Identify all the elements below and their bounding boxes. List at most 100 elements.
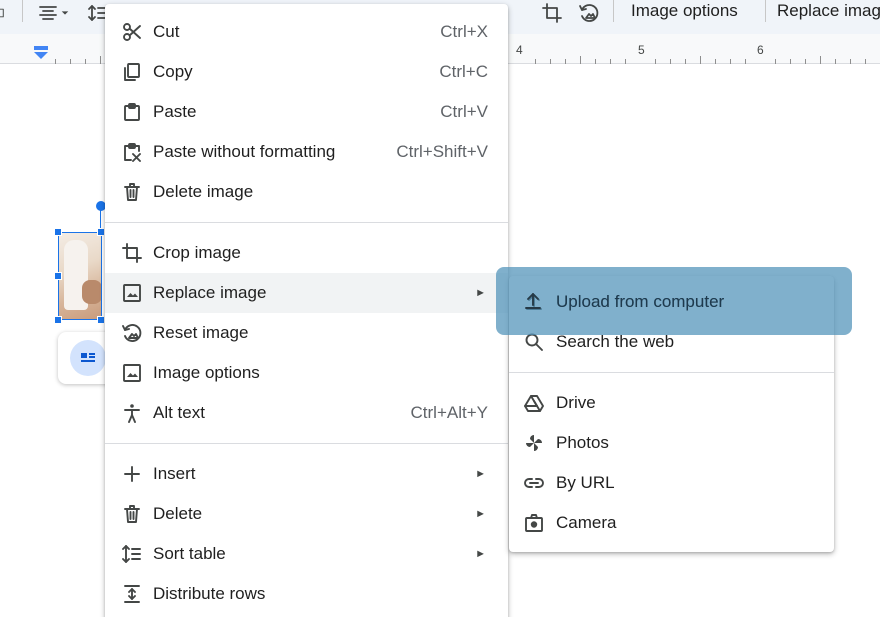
menu-item-label: Cut: [153, 22, 180, 41]
distribute-rows-icon: [121, 583, 143, 605]
resize-handle-bottom-right[interactable]: [97, 316, 105, 324]
image-icon: [121, 282, 143, 304]
menu-item-paste[interactable]: Paste Ctrl+V: [105, 92, 508, 132]
menu-item-crop-image[interactable]: Crop image: [105, 233, 508, 273]
submenu-item-camera[interactable]: Camera: [509, 503, 834, 543]
reset-image-button[interactable]: [575, 0, 603, 26]
toolbar-divider: [765, 0, 766, 22]
indent-marker-icon[interactable]: [33, 46, 49, 60]
submenu-arrow-icon: ►: [475, 287, 486, 299]
ruler-tick: [700, 56, 701, 64]
image-icon: [121, 362, 143, 384]
submenu-item-by-url[interactable]: By URL: [509, 463, 834, 503]
menu-item-replace-image[interactable]: Replace image ►: [105, 273, 508, 313]
reset-image-icon: [579, 4, 599, 22]
menu-item-label: Reset image: [153, 323, 249, 342]
square-partial-icon: [0, 8, 4, 18]
menu-item-label: Replace image: [153, 283, 267, 302]
ruler-tick: [820, 56, 821, 64]
shortcut-text: Ctrl+X: [440, 22, 488, 41]
submenu-item-label: Photos: [556, 433, 609, 452]
submenu-item-drive[interactable]: Drive: [509, 383, 834, 423]
photos-pinwheel-icon: [523, 432, 545, 454]
ruler-tick: [580, 56, 581, 64]
resize-handle-top-left[interactable]: [54, 228, 62, 236]
submenu-arrow-icon: ►: [475, 468, 486, 480]
camera-icon: [523, 512, 545, 534]
shortcut-text: Ctrl+C: [439, 62, 488, 81]
menu-item-delete[interactable]: Delete ►: [105, 494, 508, 534]
toolbar-partial-icon[interactable]: [0, 0, 12, 26]
clipboard-icon: [121, 101, 143, 123]
menu-item-label: Paste without formatting: [153, 142, 336, 161]
ruler-number: 4: [516, 43, 523, 57]
inline-text-icon: [81, 353, 95, 362]
menu-item-copy[interactable]: Copy Ctrl+C: [105, 52, 508, 92]
menu-item-alt-text[interactable]: Alt text Ctrl+Alt+Y: [105, 393, 508, 433]
reset-image-icon: [121, 322, 143, 344]
submenu-arrow-icon: ►: [475, 508, 486, 520]
toolbar-divider: [22, 0, 23, 22]
menu-item-paste-without-formatting[interactable]: Paste without formatting Ctrl+Shift+V: [105, 132, 508, 172]
menu-item-sort-table[interactable]: Sort table ►: [105, 534, 508, 574]
sort-icon: [121, 543, 143, 565]
resize-handle-bottom-left[interactable]: [54, 316, 62, 324]
shortcut-text: Ctrl+Shift+V: [396, 142, 488, 161]
shortcut-text: Ctrl+Alt+Y: [410, 403, 488, 422]
plus-icon: [121, 463, 143, 485]
menu-item-cut[interactable]: Cut Ctrl+X: [105, 12, 508, 52]
docs-editor: Image options Replace imag 4 5 6 Cut Ctr…: [0, 0, 880, 617]
replace-image-toolbar-button[interactable]: Replace imag: [777, 0, 880, 22]
submenu-item-label: Drive: [556, 393, 596, 412]
upload-from-computer-highlighted-label[interactable]: Upload from computer: [556, 282, 724, 322]
menu-item-label: Alt text: [153, 403, 205, 422]
crop-icon: [542, 3, 562, 23]
upload-icon: [523, 291, 545, 313]
link-icon: [523, 472, 545, 494]
caret-down-icon: [61, 11, 69, 15]
trash-icon: [121, 503, 143, 525]
drive-icon: [523, 392, 545, 414]
submenu-arrow-icon: ►: [475, 548, 486, 560]
ruler-tick: [100, 56, 101, 64]
submenu-divider: [509, 372, 834, 373]
submenu-item-photos[interactable]: Photos: [509, 423, 834, 463]
menu-divider: [105, 222, 508, 223]
inline-wrap-button[interactable]: [70, 340, 106, 376]
menu-item-label: Delete: [153, 504, 203, 523]
shortcut-text: Ctrl+V: [440, 102, 488, 121]
toolbar-divider: [613, 0, 614, 22]
submenu-item-label: Camera: [556, 513, 617, 532]
scissors-icon: [121, 21, 143, 43]
menu-item-label: Delete image: [153, 182, 254, 201]
submenu-item-label: By URL: [556, 473, 615, 492]
menu-item-label: Insert: [153, 464, 196, 483]
ruler-number: 5: [638, 43, 645, 57]
menu-item-label: Paste: [153, 102, 197, 121]
selection-border: [58, 232, 102, 320]
accessibility-icon: [121, 402, 143, 424]
image-options-toolbar-button[interactable]: Image options: [631, 0, 738, 22]
align-center-icon: [39, 6, 57, 20]
clipboard-format-icon: [121, 141, 143, 163]
context-menu: Cut Ctrl+X Copy Ctrl+C Paste Ctrl+V Past…: [105, 4, 508, 617]
menu-item-insert[interactable]: Insert ►: [105, 454, 508, 494]
trash-icon: [121, 181, 143, 203]
resize-handle-left[interactable]: [54, 272, 62, 280]
resize-handle-top-right[interactable]: [97, 228, 105, 236]
menu-item-distribute-rows[interactable]: Distribute rows: [105, 574, 508, 614]
menu-item-label: Copy: [153, 62, 193, 81]
menu-item-label: Sort table: [153, 544, 226, 563]
menu-divider: [105, 443, 508, 444]
menu-item-label: Crop image: [153, 243, 241, 262]
menu-item-image-options[interactable]: Image options: [105, 353, 508, 393]
menu-item-label: Image options: [153, 363, 260, 382]
menu-item-reset-image[interactable]: Reset image: [105, 313, 508, 353]
align-button[interactable]: [32, 0, 76, 26]
crop-button[interactable]: [538, 0, 566, 26]
crop-icon: [121, 242, 143, 264]
ruler-number: 6: [757, 43, 764, 57]
copy-icon: [121, 61, 143, 83]
menu-item-label: Distribute rows: [153, 584, 266, 603]
menu-item-delete-image[interactable]: Delete image: [105, 172, 508, 212]
